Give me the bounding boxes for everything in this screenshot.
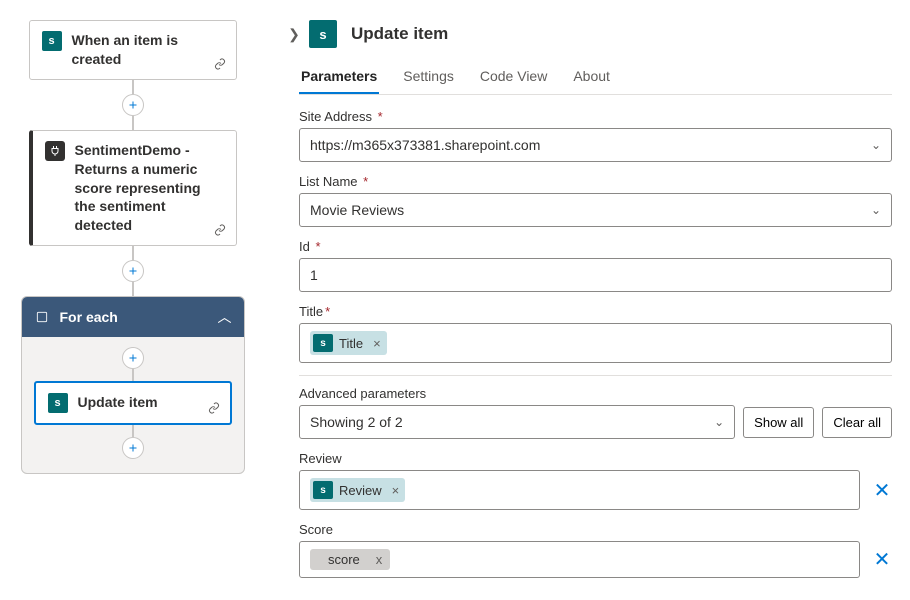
field-title: Title* s Title × bbox=[299, 304, 892, 363]
clear-all-button[interactable]: Clear all bbox=[822, 407, 892, 438]
collapse-chevron-icon[interactable]: ❯ bbox=[285, 18, 303, 50]
id-value: 1 bbox=[310, 267, 318, 283]
tab-parameters[interactable]: Parameters bbox=[299, 60, 379, 94]
foreach-label: For each bbox=[60, 309, 208, 325]
id-input[interactable]: 1 bbox=[299, 258, 892, 292]
foreach-container: For each ︿ s Update item bbox=[21, 296, 245, 474]
remove-token-icon[interactable]: × bbox=[373, 336, 381, 351]
link-icon bbox=[214, 224, 226, 239]
label-review: Review bbox=[299, 451, 892, 466]
tab-code-view[interactable]: Code View bbox=[478, 60, 549, 94]
tab-about[interactable]: About bbox=[571, 60, 612, 94]
list-name-value: Movie Reviews bbox=[310, 202, 404, 218]
update-item-label: Update item bbox=[78, 393, 158, 412]
field-review: Review s Review × ✕ bbox=[299, 451, 892, 510]
details-panel: ❯ s Update item Parameters Settings Code… bbox=[265, 0, 910, 600]
advanced-dropdown[interactable]: Showing 2 of 2 ⌄ bbox=[299, 405, 735, 439]
divider bbox=[299, 375, 892, 376]
remove-token-icon[interactable]: × bbox=[392, 483, 400, 498]
list-name-dropdown[interactable]: Movie Reviews ⌄ bbox=[299, 193, 892, 227]
connector bbox=[132, 246, 134, 260]
chevron-down-icon: ⌄ bbox=[714, 415, 724, 429]
foreach-header[interactable]: For each ︿ bbox=[22, 297, 244, 337]
details-title: Update item bbox=[351, 24, 448, 44]
add-step-button[interactable] bbox=[122, 437, 144, 459]
add-step-button[interactable] bbox=[122, 347, 144, 369]
site-address-value: https://m365x373381.sharepoint.com bbox=[310, 137, 540, 153]
sentiment-label: SentimentDemo - Returns a numeric score … bbox=[75, 141, 224, 235]
label-list-name: List Name * bbox=[299, 174, 892, 189]
foreach-body: s Update item bbox=[22, 337, 244, 473]
field-list-name: List Name * Movie Reviews ⌄ bbox=[299, 174, 892, 227]
tabs: Parameters Settings Code View About bbox=[299, 60, 892, 95]
sharepoint-icon: s bbox=[313, 481, 333, 499]
clear-field-icon[interactable]: ✕ bbox=[872, 547, 892, 572]
field-score: Score score x ✕ bbox=[299, 522, 892, 578]
sharepoint-icon: s bbox=[313, 334, 333, 352]
trigger-label: When an item is created bbox=[72, 31, 224, 69]
show-all-button[interactable]: Show all bbox=[743, 407, 814, 438]
sharepoint-icon: s bbox=[309, 20, 337, 48]
connector bbox=[132, 116, 134, 130]
connector bbox=[132, 282, 134, 296]
chevron-down-icon: ⌄ bbox=[871, 203, 881, 217]
link-icon bbox=[214, 58, 226, 73]
connector bbox=[132, 80, 134, 94]
field-id: Id * 1 bbox=[299, 239, 892, 292]
label-site-address: Site Address * bbox=[299, 109, 892, 124]
label-id: Id * bbox=[299, 239, 892, 254]
title-input[interactable]: s Title × bbox=[299, 323, 892, 363]
label-advanced: Advanced parameters bbox=[299, 386, 892, 401]
sharepoint-icon: s bbox=[42, 31, 62, 51]
clear-field-icon[interactable]: ✕ bbox=[872, 478, 892, 503]
trigger-card[interactable]: s When an item is created bbox=[29, 20, 237, 80]
connector bbox=[132, 425, 134, 437]
connector-icon bbox=[45, 141, 65, 161]
add-step-button[interactable] bbox=[122, 260, 144, 282]
review-token[interactable]: s Review × bbox=[310, 478, 405, 502]
site-address-dropdown[interactable]: https://m365x373381.sharepoint.com ⌄ bbox=[299, 128, 892, 162]
update-item-card[interactable]: s Update item bbox=[34, 381, 232, 425]
label-title: Title* bbox=[299, 304, 892, 319]
sentiment-card[interactable]: SentimentDemo - Returns a numeric score … bbox=[29, 130, 237, 246]
score-input[interactable]: score x bbox=[299, 541, 860, 578]
flow-canvas: s When an item is created SentimentDemo … bbox=[0, 0, 265, 600]
label-score: Score bbox=[299, 522, 892, 537]
tab-settings[interactable]: Settings bbox=[401, 60, 456, 94]
chevron-down-icon: ⌄ bbox=[871, 138, 881, 152]
field-site-address: Site Address * https://m365x373381.share… bbox=[299, 109, 892, 162]
details-header: ❯ s Update item bbox=[285, 18, 892, 50]
loop-icon bbox=[34, 309, 50, 325]
link-icon bbox=[208, 402, 220, 417]
field-advanced: Advanced parameters Showing 2 of 2 ⌄ Sho… bbox=[299, 386, 892, 439]
chevron-up-icon: ︿ bbox=[218, 307, 232, 327]
score-token[interactable]: score x bbox=[310, 549, 390, 570]
review-input[interactable]: s Review × bbox=[299, 470, 860, 510]
title-token[interactable]: s Title × bbox=[310, 331, 387, 355]
add-step-button[interactable] bbox=[122, 94, 144, 116]
remove-token-icon[interactable]: x bbox=[376, 552, 383, 567]
sharepoint-icon: s bbox=[48, 393, 68, 413]
advanced-value: Showing 2 of 2 bbox=[310, 414, 403, 430]
connector bbox=[132, 369, 134, 381]
